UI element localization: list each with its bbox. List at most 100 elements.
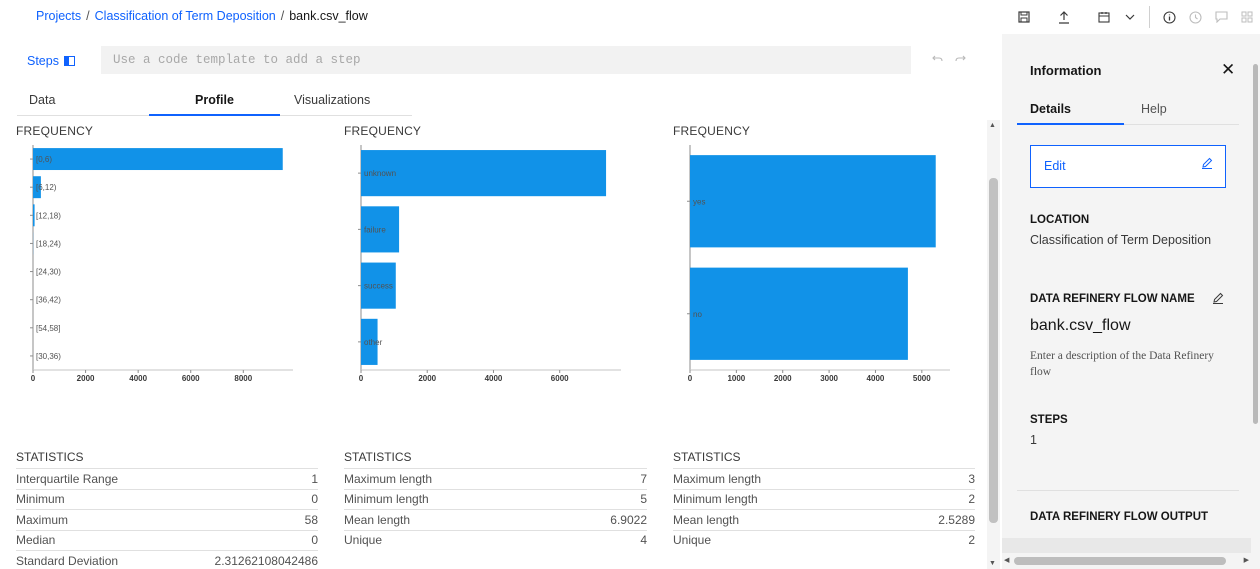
breadcrumb-projects[interactable]: Projects	[36, 9, 81, 23]
tick-label: 5000	[913, 374, 931, 383]
tick-label: 6000	[182, 374, 200, 383]
grid-icon[interactable]	[1234, 0, 1260, 34]
pencil-icon[interactable]	[1212, 292, 1224, 307]
location-value: Classification of Term Deposition	[1030, 233, 1212, 247]
scrollbar-thumb[interactable]	[989, 178, 998, 523]
scroll-left-icon[interactable]: ◀	[1004, 556, 1009, 564]
tick-label: 1000	[727, 374, 745, 383]
bar[interactable]	[33, 204, 35, 227]
category-label: success	[364, 282, 393, 291]
side-panel-icon	[63, 56, 75, 66]
redo-icon[interactable]	[955, 52, 966, 67]
bar[interactable]	[690, 155, 936, 248]
info-icon[interactable]	[1156, 0, 1182, 34]
stats-row: Interquartile Range 1	[16, 468, 318, 489]
chevron-down-icon[interactable]	[1117, 0, 1143, 34]
tick-label: 4000	[867, 374, 885, 383]
stats-row: Unique 2	[673, 529, 975, 551]
scrollbar-thumb[interactable]	[1253, 64, 1258, 424]
stats-row: Minimum length 2	[673, 488, 975, 510]
steps-heading: STEPS	[1030, 414, 1068, 426]
tick-label: 0	[688, 374, 693, 383]
flow-name: bank.csv_flow	[1030, 317, 1131, 334]
tab-data[interactable]: Data	[29, 86, 55, 116]
tick-label: 2000	[418, 374, 436, 383]
bar[interactable]	[33, 148, 283, 171]
category-label: other	[364, 338, 383, 347]
stats-row: Median 0	[16, 529, 318, 551]
close-icon[interactable]: ✕	[1221, 60, 1235, 80]
stats-row: Mean length 2.5289	[673, 509, 975, 530]
stats-row: Maximum length 7	[344, 468, 647, 489]
toolbar	[1011, 0, 1260, 34]
location-heading: LOCATION	[1030, 214, 1090, 226]
comment-icon[interactable]	[1208, 0, 1234, 34]
toolbar-divider	[1149, 6, 1150, 28]
panel-tabs: Details Help	[1017, 96, 1239, 125]
tick-label: 2000	[77, 374, 95, 383]
scroll-up-icon[interactable]: ▲	[989, 122, 996, 129]
steps-toggle[interactable]: Steps	[27, 54, 75, 68]
bar[interactable]	[690, 267, 908, 360]
stats-row: Mean length 6.9022	[344, 509, 647, 530]
panel-title: Information	[1030, 63, 1102, 78]
category-label: yes	[693, 197, 705, 206]
panel-scrollbar[interactable]	[1251, 34, 1260, 569]
chart-2-title: FREQUENCY	[344, 124, 422, 138]
code-template-input[interactable]	[101, 46, 911, 74]
tick-label: 0	[31, 374, 36, 383]
panel-horizontal-scrollbar[interactable]: ◀ ▶	[1002, 553, 1251, 569]
stats-row: Maximum 58	[16, 509, 318, 530]
chart-3-title: FREQUENCY	[673, 124, 751, 138]
schedule-icon[interactable]	[1091, 0, 1117, 34]
output-section	[1002, 538, 1251, 553]
history-icon[interactable]	[1182, 0, 1208, 34]
scroll-right-icon[interactable]: ▶	[1244, 556, 1249, 564]
scroll-down-icon[interactable]: ▼	[989, 560, 996, 567]
tick-label: 6000	[551, 374, 569, 383]
tick-label: 4000	[129, 374, 147, 383]
statistics-title: STATISTICS	[344, 450, 412, 464]
output-heading: DATA REFINERY FLOW OUTPUT	[1030, 511, 1209, 523]
save-icon[interactable]	[1011, 0, 1037, 34]
statistics-3: STATISTICS Maximum length 3 Minimum lengt…	[673, 450, 975, 550]
tab-help[interactable]: Help	[1141, 102, 1167, 116]
export-icon[interactable]	[1051, 0, 1077, 34]
tab-visualizations[interactable]: Visualizations	[294, 86, 370, 116]
active-tab-indicator	[1017, 123, 1124, 125]
category-label: [12,18)	[36, 211, 61, 220]
statistics-title: STATISTICS	[16, 450, 84, 464]
tick-label: 0	[359, 374, 364, 383]
view-tabs: Data Profile Visualizations	[17, 86, 412, 116]
stats-row: Minimum 0	[16, 488, 318, 510]
stats-row: Maximum length 3	[673, 468, 975, 489]
panel-divider	[1017, 490, 1239, 491]
flow-name-heading: DATA REFINERY FLOW NAME	[1030, 293, 1195, 305]
main-scrollbar[interactable]: ▲ ▼	[987, 120, 1000, 569]
tab-details[interactable]: Details	[1030, 102, 1071, 116]
undo-redo	[932, 52, 966, 67]
information-panel: Information ✕ Details Help Edit LOCATION…	[1002, 34, 1260, 569]
breadcrumb-current: bank.csv_flow	[289, 9, 368, 23]
scrollbar-thumb[interactable]	[1014, 557, 1226, 565]
frequency-chart-2: unknown failure success other 0 2000 4000 6000	[358, 145, 621, 383]
bar[interactable]	[361, 150, 607, 197]
statistics-1: STATISTICS Interquartile Range 1 Minimum 0…	[16, 450, 318, 569]
undo-icon[interactable]	[932, 52, 943, 67]
tick-label: 3000	[820, 374, 838, 383]
category-label: unknown	[364, 169, 396, 178]
stats-row: Unique 4	[344, 529, 647, 551]
top-bar: Projects / Classification of Term Depositi…	[0, 0, 1260, 34]
frequency-chart-3: yes no 0 1000 2000 3000 4000 5000	[687, 145, 950, 383]
tab-profile[interactable]: Profile	[149, 86, 280, 116]
statistics-title: STATISTICS	[673, 450, 741, 464]
breadcrumb: Projects / Classification of Term Depositi…	[36, 9, 368, 23]
stats-row: Standard Deviation 2.31262108042486	[16, 550, 318, 569]
chart-1-title: FREQUENCY	[16, 124, 94, 138]
edit-label: Edit	[1044, 159, 1066, 173]
category-label: [54,58]	[36, 324, 60, 333]
category-label: failure	[364, 225, 386, 234]
edit-button[interactable]: Edit	[1030, 145, 1226, 188]
description-placeholder[interactable]: Enter a description of the Data Refinery…	[1030, 348, 1230, 380]
breadcrumb-project[interactable]: Classification of Term Deposition	[95, 9, 276, 23]
